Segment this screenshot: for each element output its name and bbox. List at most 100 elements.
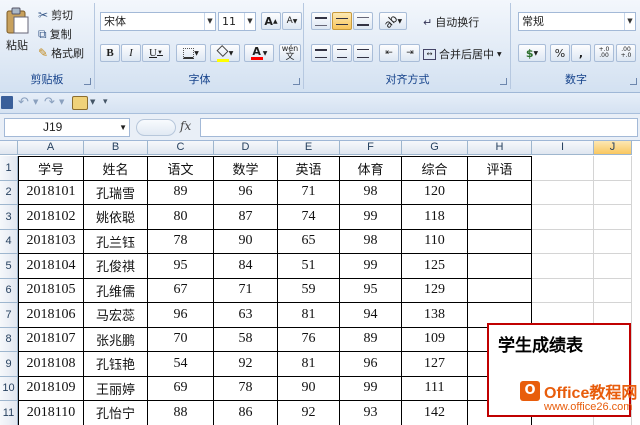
- font-size-select[interactable]: 11 ▼: [218, 12, 256, 31]
- cell-h4[interactable]: [468, 229, 532, 254]
- cell-e4[interactable]: 65: [278, 229, 340, 254]
- cell-a6[interactable]: 2018105: [18, 278, 84, 303]
- row-header-2[interactable]: 2: [0, 180, 18, 205]
- row-header-10[interactable]: 10: [0, 376, 18, 401]
- cell-a10[interactable]: 2018109: [18, 376, 84, 401]
- cell-c2[interactable]: 89: [148, 180, 214, 205]
- cell-i4[interactable]: [532, 229, 594, 254]
- chevron-down-icon[interactable]: ▼: [90, 98, 95, 106]
- cell-f8[interactable]: 89: [340, 327, 402, 352]
- cell-f6[interactable]: 95: [340, 278, 402, 303]
- cell-i1[interactable]: [532, 156, 594, 181]
- column-header-h[interactable]: H: [468, 141, 532, 155]
- cell-h6[interactable]: [468, 278, 532, 303]
- cell-d7[interactable]: 63: [214, 303, 278, 328]
- cell-i3[interactable]: [532, 205, 594, 230]
- cell-d9[interactable]: 92: [214, 352, 278, 377]
- comma-button[interactable]: ,: [571, 44, 591, 62]
- custom-tool-icon[interactable]: [72, 96, 88, 110]
- column-header-b[interactable]: B: [84, 141, 148, 155]
- cell-f7[interactable]: 94: [340, 303, 402, 328]
- shrink-font-button[interactable]: A ▼: [282, 12, 302, 30]
- cell-b11[interactable]: 孔怡宁: [84, 401, 148, 425]
- cell-b6[interactable]: 孔维儒: [84, 278, 148, 303]
- cell-j2[interactable]: [594, 180, 632, 205]
- cell-f4[interactable]: 98: [340, 229, 402, 254]
- cell-a4[interactable]: 2018103: [18, 229, 84, 254]
- decrease-decimal-button[interactable]: .00 +.0: [616, 44, 636, 62]
- cell-a2[interactable]: 2018101: [18, 180, 84, 205]
- cell-f5[interactable]: 99: [340, 254, 402, 279]
- cell-b4[interactable]: 孔兰钰: [84, 229, 148, 254]
- merge-center-button[interactable]: ↔ 合并后居中 ▼: [423, 46, 502, 62]
- cell-j6[interactable]: [594, 278, 632, 303]
- cell-d10[interactable]: 78: [214, 376, 278, 401]
- cell-d3[interactable]: 87: [214, 205, 278, 230]
- format-painter-button[interactable]: ✎ 格式刷: [38, 45, 84, 61]
- save-icon[interactable]: [1, 96, 13, 109]
- row-header-1[interactable]: 1: [0, 156, 18, 181]
- row-header-11[interactable]: 11: [0, 401, 18, 425]
- number-format-select[interactable]: 常规 ▼: [518, 12, 636, 31]
- fill-color-button[interactable]: ▼: [210, 44, 240, 62]
- cell-e5[interactable]: 51: [278, 254, 340, 279]
- decrease-indent-button[interactable]: ⇤: [379, 44, 399, 62]
- cell-g8[interactable]: 109: [402, 327, 468, 352]
- cell-d4[interactable]: 90: [214, 229, 278, 254]
- cell-i6[interactable]: [532, 278, 594, 303]
- row-header-6[interactable]: 6: [0, 278, 18, 303]
- cell-g7[interactable]: 138: [402, 303, 468, 328]
- cell-b3[interactable]: 姚依聪: [84, 205, 148, 230]
- cell-h1[interactable]: 评语: [468, 156, 532, 181]
- cell-j5[interactable]: [594, 254, 632, 279]
- cell-a9[interactable]: 2018108: [18, 352, 84, 377]
- cut-button[interactable]: ✂ 剪切: [38, 7, 73, 23]
- cell-f10[interactable]: 99: [340, 376, 402, 401]
- cell-a7[interactable]: 2018106: [18, 303, 84, 328]
- cell-d8[interactable]: 58: [214, 327, 278, 352]
- cell-e6[interactable]: 59: [278, 278, 340, 303]
- column-header-f[interactable]: F: [340, 141, 402, 155]
- increase-decimal-button[interactable]: +.0 .00: [594, 44, 614, 62]
- cell-c10[interactable]: 69: [148, 376, 214, 401]
- cell-e8[interactable]: 76: [278, 327, 340, 352]
- font-launcher-icon[interactable]: [293, 78, 300, 85]
- undo-icon[interactable]: ↶: [18, 95, 29, 110]
- cell-b2[interactable]: 孔瑞雪: [84, 180, 148, 205]
- phonetic-button[interactable]: wén 文: [279, 44, 301, 62]
- cell-b1[interactable]: 姓名: [84, 156, 148, 181]
- column-header-i[interactable]: I: [532, 141, 594, 155]
- align-top-button[interactable]: [311, 12, 331, 30]
- cell-g10[interactable]: 111: [402, 376, 468, 401]
- insert-function-button[interactable]: fx: [180, 119, 191, 133]
- clipboard-launcher-icon[interactable]: [84, 78, 91, 85]
- bold-button[interactable]: B: [100, 44, 120, 62]
- increase-indent-button[interactable]: ⇥: [400, 44, 420, 62]
- name-box[interactable]: J19 ▼: [4, 118, 130, 137]
- row-header-7[interactable]: 7: [0, 303, 18, 328]
- cell-g2[interactable]: 120: [402, 180, 468, 205]
- cell-e1[interactable]: 英语: [278, 156, 340, 181]
- cell-c1[interactable]: 语文: [148, 156, 214, 181]
- cell-b5[interactable]: 孔俊祺: [84, 254, 148, 279]
- cell-d11[interactable]: 86: [214, 401, 278, 425]
- cell-h3[interactable]: [468, 205, 532, 230]
- cell-e9[interactable]: 81: [278, 352, 340, 377]
- cell-g6[interactable]: 129: [402, 278, 468, 303]
- borders-button[interactable]: ▼: [176, 44, 206, 62]
- cell-b8[interactable]: 张兆鹏: [84, 327, 148, 352]
- copy-button[interactable]: ⧉ 复制: [38, 26, 72, 42]
- column-header-j[interactable]: J: [594, 141, 632, 155]
- percent-button[interactable]: %: [550, 44, 570, 62]
- cell-e3[interactable]: 74: [278, 205, 340, 230]
- chevron-down-icon[interactable]: ▼: [59, 98, 64, 106]
- cell-a5[interactable]: 2018104: [18, 254, 84, 279]
- column-header-a[interactable]: A: [18, 141, 84, 155]
- cell-b9[interactable]: 孔钰艳: [84, 352, 148, 377]
- column-header-c[interactable]: C: [148, 141, 214, 155]
- cell-j3[interactable]: [594, 205, 632, 230]
- orientation-button[interactable]: ab ▼: [379, 12, 407, 30]
- cell-c4[interactable]: 78: [148, 229, 214, 254]
- cell-h2[interactable]: [468, 180, 532, 205]
- row-header-3[interactable]: 3: [0, 205, 18, 230]
